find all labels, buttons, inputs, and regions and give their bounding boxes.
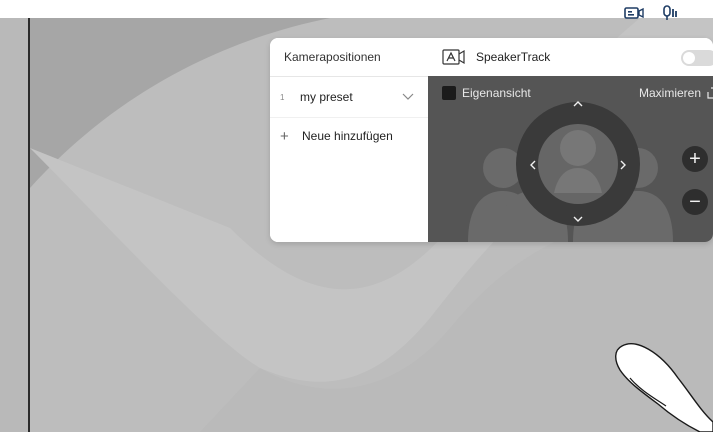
- camera-control-panel: Kamerapositionen 1 my preset + Neue hinz…: [270, 38, 713, 242]
- bezel: [28, 18, 30, 432]
- status-bar: 11:: [623, 4, 713, 22]
- breadcrumb[interactable]: acano ›: [40, 7, 85, 21]
- chevron-right-icon: ›: [80, 7, 85, 21]
- speakertrack-toggle[interactable]: [681, 50, 713, 66]
- camera-dpad: [516, 101, 640, 226]
- chevron-down-icon[interactable]: [402, 90, 414, 104]
- preset-number: 1: [280, 92, 285, 102]
- add-preset-label: Neue hinzufügen: [302, 129, 393, 143]
- camera-presenter-icon[interactable]: [623, 4, 645, 22]
- microphone-icon[interactable]: [659, 4, 681, 22]
- camera-preview: Eigenansicht Maximieren + −: [428, 76, 713, 242]
- toggle-knob: [683, 52, 695, 64]
- clock: 11:: [695, 6, 712, 20]
- speakertrack-icon: [442, 49, 466, 65]
- add-preset-button[interactable]: + Neue hinzufügen: [270, 118, 428, 154]
- preset-label: my preset: [300, 90, 353, 104]
- camera-positions-header: Kamerapositionen: [270, 38, 428, 77]
- zoom-in-button[interactable]: +: [682, 146, 708, 172]
- preset-item[interactable]: 1 my preset: [270, 77, 428, 118]
- dpad-head: [560, 130, 596, 166]
- plus-icon: +: [280, 127, 289, 145]
- speakertrack-row: SpeakerTrack: [428, 38, 713, 76]
- camera-positions-list: Kamerapositionen 1 my preset + Neue hinz…: [270, 38, 429, 242]
- breadcrumb-label: acano: [40, 7, 73, 21]
- hand-pointer-icon: [615, 343, 713, 432]
- speakertrack-label: SpeakerTrack: [476, 50, 551, 64]
- zoom-out-button[interactable]: −: [682, 189, 708, 215]
- camera-view-section: SpeakerTrack Eigenansicht Maximieren + −: [428, 38, 713, 242]
